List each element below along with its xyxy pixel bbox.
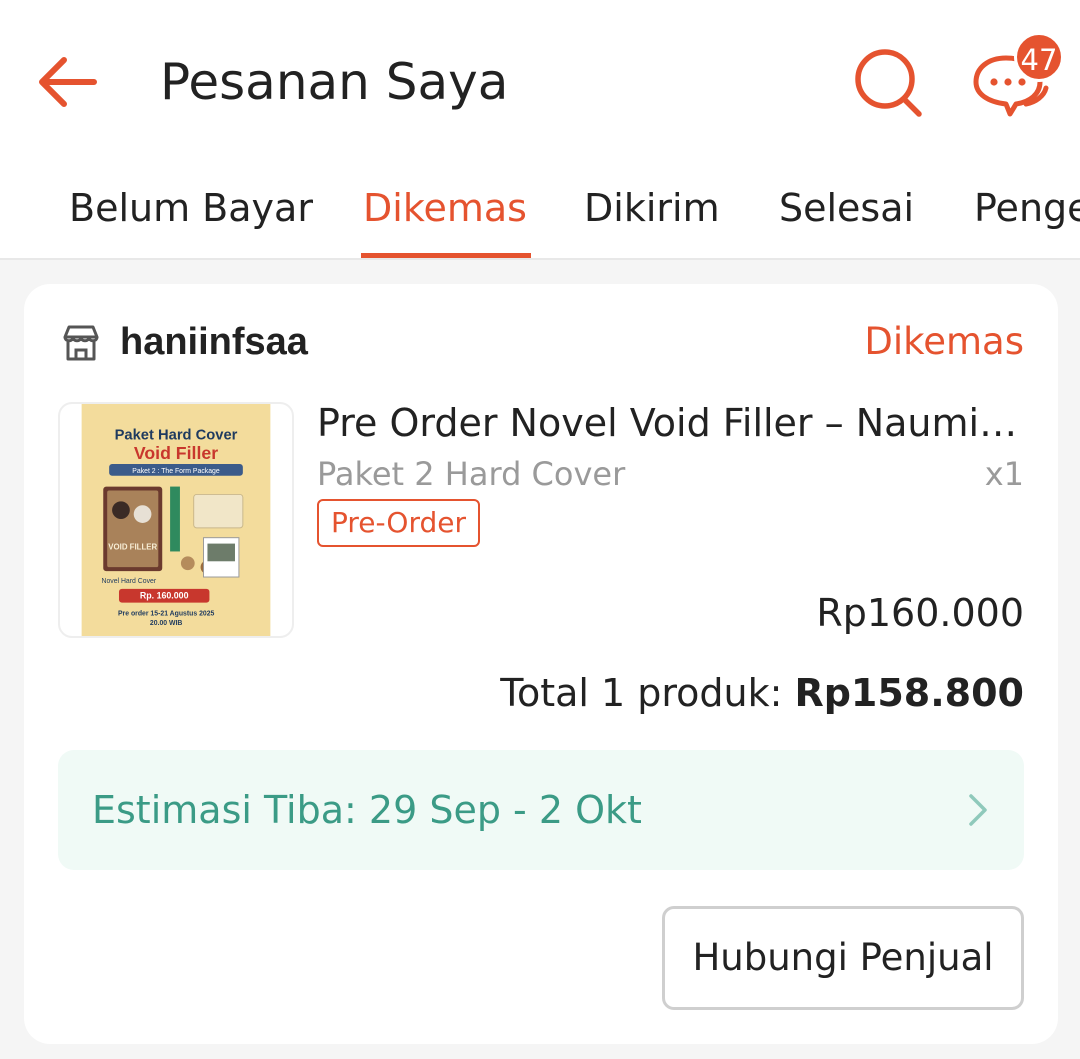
estimated-arrival-text: Estimasi Tiba: 29 Sep - 2 Okt — [92, 788, 642, 832]
estimated-arrival-row[interactable]: Estimasi Tiba: 29 Sep - 2 Okt — [58, 750, 1024, 870]
image-title-line2: Void Filler — [134, 443, 218, 463]
order-total: Total 1 produk: Rp158.800 — [500, 666, 1024, 720]
product-image[interactable]: Paket Hard Cover Void Filler Paket 2 : T… — [58, 402, 294, 638]
contact-seller-button[interactable]: Hubungi Penjual — [662, 906, 1024, 1010]
order-total-label: Total 1 produk: — [500, 671, 783, 715]
product-variant: Paket 2 Hard Cover — [317, 455, 626, 493]
chevron-right-icon — [969, 794, 987, 826]
image-preorder-line2: 20.00 WIB — [150, 620, 183, 627]
image-preorder-line1: Pre order 15-21 Agustus 2025 — [118, 610, 215, 617]
product-price: Rp160.000 — [816, 591, 1024, 635]
image-subtitle: Paket 2 : The Form Package — [132, 468, 220, 475]
search-button[interactable] — [850, 44, 928, 122]
app-header: Pesanan Saya 47 — [0, 0, 1080, 160]
image-title-line1: Paket Hard Cover — [115, 427, 238, 443]
order-status-tabs: Belum Bayar Dikemas Dikirim Selesai Peng… — [0, 160, 1080, 260]
image-book-title: VOID FILLER — [108, 542, 157, 551]
store-icon — [63, 325, 99, 361]
tab-selesai[interactable]: Selesai — [779, 160, 914, 258]
product-quantity: x1 — [984, 455, 1024, 493]
tab-dikirim[interactable]: Dikirim — [584, 160, 720, 258]
chat-notification-badge: 47 — [1014, 32, 1064, 82]
search-icon — [855, 49, 922, 117]
page-title: Pesanan Saya — [160, 53, 509, 111]
tab-pengembalian[interactable]: Pengembalian — [974, 160, 1080, 258]
order-status-label: Dikemas — [864, 320, 1024, 363]
back-button[interactable] — [30, 44, 106, 120]
product-image-artwork: Paket Hard Cover Void Filler Paket 2 : T… — [81, 404, 271, 636]
product-name[interactable]: Pre Order Novel Void Filler – Naumi Al..… — [317, 396, 1027, 450]
preorder-badge: Pre-Order — [317, 499, 480, 547]
order-card[interactable]: haniinfsaa Dikemas Paket Hard Cover Void… — [24, 284, 1058, 1044]
tab-belum-bayar[interactable]: Belum Bayar — [69, 160, 313, 258]
order-total-value: Rp158.800 — [794, 671, 1024, 715]
shop-name[interactable]: haniinfsaa — [120, 314, 308, 370]
arrow-left-icon — [39, 57, 97, 107]
image-book-label: Novel Hard Cover — [101, 578, 156, 585]
tab-dikemas[interactable]: Dikemas — [361, 160, 531, 258]
image-price-tag: Rp. 160.000 — [140, 591, 189, 601]
